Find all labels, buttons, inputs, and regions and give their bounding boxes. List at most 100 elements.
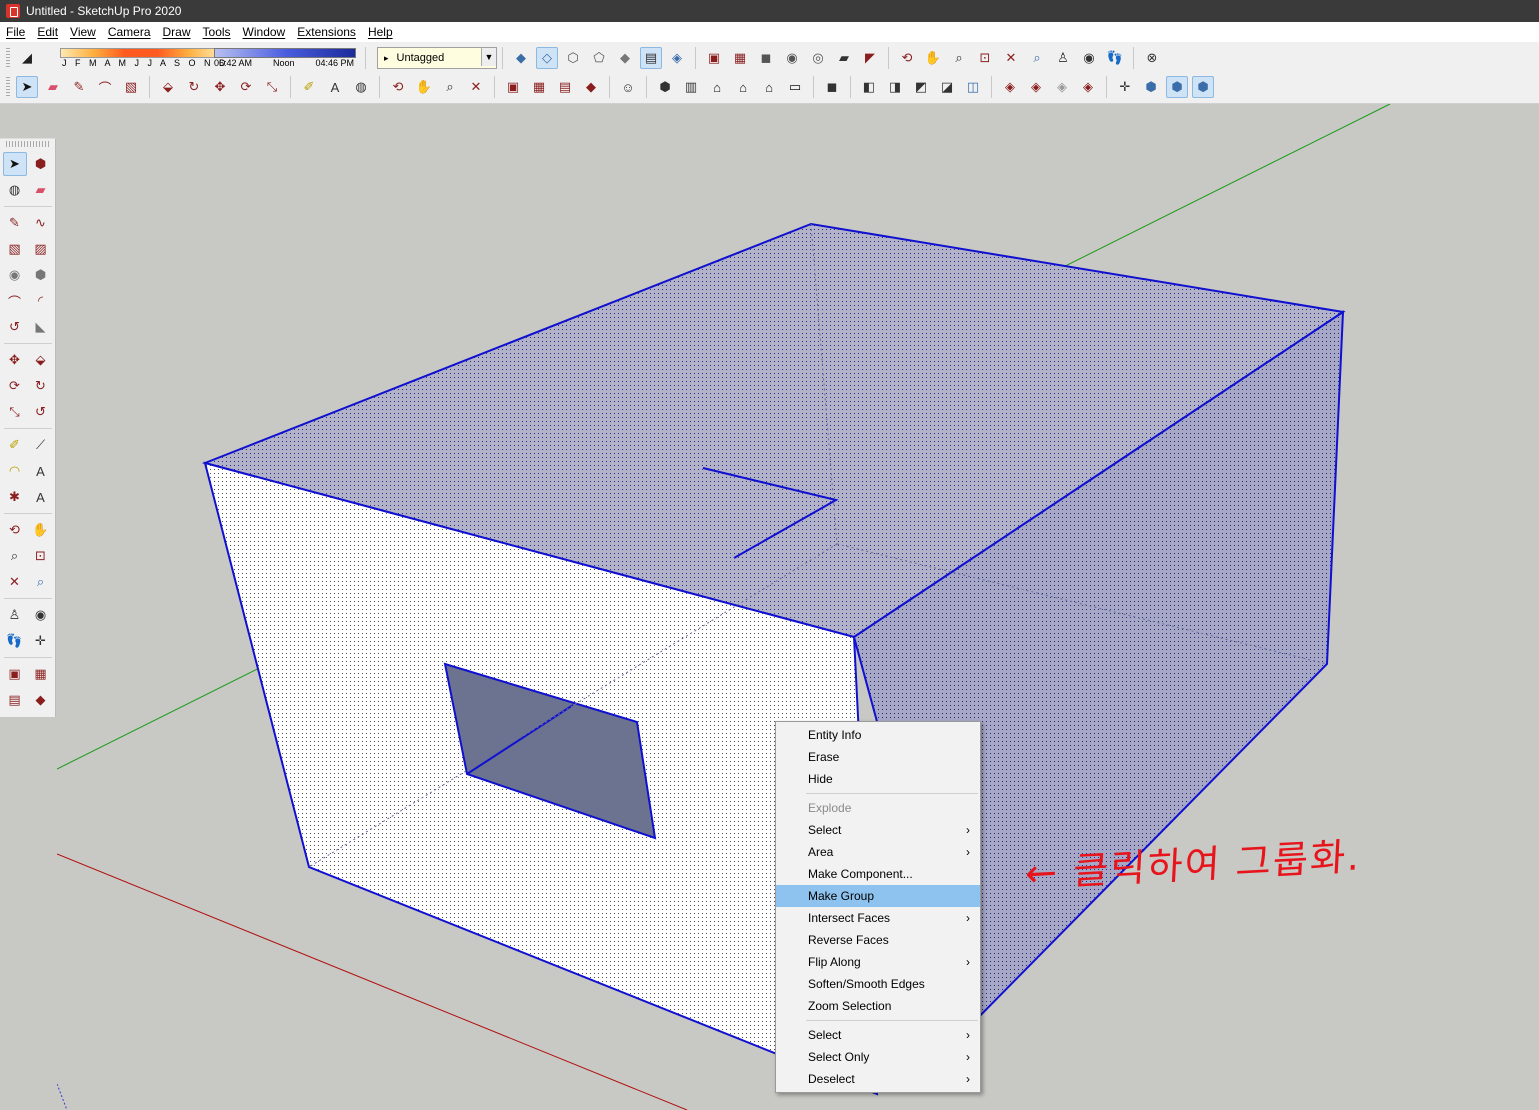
- previous-view-icon[interactable]: ⌕: [29, 570, 53, 594]
- warehouse-icon[interactable]: ▣: [703, 47, 725, 69]
- rotate-tool-icon[interactable]: ⟳: [235, 76, 257, 98]
- follow-me-icon[interactable]: ↻: [183, 76, 205, 98]
- iso-view-icon[interactable]: ⬢: [654, 76, 676, 98]
- context-item-make-component[interactable]: Make Component...: [776, 863, 980, 885]
- top-view-icon[interactable]: ▥: [680, 76, 702, 98]
- tape-measure-icon[interactable]: ✐: [3, 433, 27, 457]
- two-point-arc-icon[interactable]: ◜: [29, 289, 53, 313]
- menu-help[interactable]: Help: [362, 25, 399, 39]
- hidden-line-icon[interactable]: ⬠: [588, 47, 610, 69]
- context-item-soften-smooth[interactable]: Soften/Smooth Edges: [776, 973, 980, 995]
- paint-bucket-icon[interactable]: ◍: [350, 76, 372, 98]
- context-item-intersect-faces[interactable]: Intersect Faces ›: [776, 907, 980, 929]
- stamp-icon[interactable]: ◈: [1077, 76, 1099, 98]
- arc-tool-icon[interactable]: ⌒: [94, 76, 116, 98]
- zoom-icon[interactable]: ⌕: [948, 47, 970, 69]
- orbit-icon[interactable]: ⟲: [387, 76, 409, 98]
- toolbar-grip[interactable]: [6, 141, 49, 147]
- pan-icon[interactable]: ✋: [413, 76, 435, 98]
- 3d-text-icon[interactable]: A: [29, 485, 53, 509]
- section-plane-icon[interactable]: ✛: [29, 629, 53, 653]
- context-item-entity-info[interactable]: Entity Info: [776, 724, 980, 746]
- orbit-icon[interactable]: ⟲: [896, 47, 918, 69]
- layout-icon[interactable]: ◉: [781, 47, 803, 69]
- walk-icon[interactable]: 👣: [3, 629, 27, 653]
- back-edges-icon[interactable]: ◇: [536, 47, 558, 69]
- extension-warehouse-icon[interactable]: ◼: [755, 47, 777, 69]
- pie-tool-icon[interactable]: ◣: [29, 315, 53, 339]
- menu-edit[interactable]: Edit: [31, 25, 64, 39]
- solid-tools-icon[interactable]: ⬢: [1140, 76, 1162, 98]
- rotated-rectangle-icon[interactable]: ▨: [29, 237, 53, 261]
- menu-tools[interactable]: Tools: [197, 25, 237, 39]
- zoom-window-icon[interactable]: ⊡: [974, 47, 996, 69]
- eraser-icon[interactable]: ▰: [42, 76, 64, 98]
- share-model-icon[interactable]: ▤: [3, 688, 27, 712]
- rectangle-tool-icon[interactable]: ▧: [3, 237, 27, 261]
- scale-tool-icon[interactable]: ⤡: [3, 400, 27, 424]
- shaded-icon[interactable]: ◆: [614, 47, 636, 69]
- smoove-icon[interactable]: ◈: [1051, 76, 1073, 98]
- warehouse-icon[interactable]: ▣: [3, 662, 27, 686]
- share-model-icon[interactable]: ▦: [729, 47, 751, 69]
- context-item-select-only[interactable]: Select Only ›: [776, 1046, 980, 1068]
- context-item-flip-along[interactable]: Flip Along ›: [776, 951, 980, 973]
- context-item-make-group[interactable]: Make Group: [776, 885, 980, 907]
- tag-dropdown[interactable]: ▸ Untagged ▼: [377, 47, 497, 69]
- zoom-extents-icon[interactable]: ✕: [1000, 47, 1022, 69]
- line-tool-icon[interactable]: ✎: [3, 211, 27, 235]
- sandbox-from-contours-icon[interactable]: ◈: [999, 76, 1021, 98]
- make-component-icon[interactable]: ⬢: [29, 152, 53, 176]
- paint-bucket-icon[interactable]: ◍: [3, 178, 27, 202]
- rotate-tool-icon[interactable]: ⟳: [3, 374, 27, 398]
- look-around-icon[interactable]: ◉: [29, 603, 53, 627]
- ruby-icon[interactable]: ◆: [29, 688, 53, 712]
- shadows-toggle-icon[interactable]: ◢: [16, 47, 38, 69]
- scale-tool-icon[interactable]: ⤡: [261, 76, 283, 98]
- position-camera-icon[interactable]: ♙: [3, 603, 27, 627]
- walk-icon[interactable]: 👣: [1104, 47, 1126, 69]
- chevron-down-icon[interactable]: ▼: [481, 48, 496, 66]
- menu-camera[interactable]: Camera: [102, 25, 157, 39]
- context-item-select-2[interactable]: Select ›: [776, 1024, 980, 1046]
- shaded-textures-icon[interactable]: ▤: [640, 47, 662, 69]
- warehouse-icon[interactable]: ▣: [502, 76, 524, 98]
- zoom-window-icon[interactable]: ⊡: [29, 544, 53, 568]
- zoom-icon[interactable]: ⌕: [439, 76, 461, 98]
- tape-measure-icon[interactable]: ✐: [298, 76, 320, 98]
- position-camera-icon[interactable]: ♙: [1052, 47, 1074, 69]
- menu-file[interactable]: File: [0, 25, 31, 39]
- pan-icon[interactable]: ✋: [29, 518, 53, 542]
- offset-tool-icon[interactable]: ↺: [29, 400, 53, 424]
- context-item-area[interactable]: Area ›: [776, 841, 980, 863]
- look-around-icon[interactable]: ◉: [1078, 47, 1100, 69]
- zoom-extents-icon[interactable]: ✕: [3, 570, 27, 594]
- select-tool-icon[interactable]: ➤: [16, 76, 38, 98]
- menu-draw[interactable]: Draw: [157, 25, 197, 39]
- protractor-icon[interactable]: ◠: [3, 459, 27, 483]
- context-item-zoom-selection[interactable]: Zoom Selection: [776, 995, 980, 1017]
- context-item-hide[interactable]: Hide: [776, 768, 980, 790]
- shadow-date-slider[interactable]: J F M A M J J A S O N D: [40, 46, 226, 70]
- text-tool-icon[interactable]: A: [324, 76, 346, 98]
- rectangle-tool-icon[interactable]: ▧: [120, 76, 142, 98]
- union-icon[interactable]: ◧: [858, 76, 880, 98]
- axes-tool-icon[interactable]: ✱: [3, 485, 27, 509]
- toolbar-grip[interactable]: [6, 77, 10, 97]
- intersect-icon[interactable]: ◪: [936, 76, 958, 98]
- arc-tool-icon[interactable]: ⌒: [3, 289, 27, 313]
- right-view-icon[interactable]: ⌂: [732, 76, 754, 98]
- instructor-icon[interactable]: ⊗: [1141, 47, 1163, 69]
- split-icon[interactable]: ◫: [962, 76, 984, 98]
- share-icon[interactable]: ▤: [554, 76, 576, 98]
- menu-window[interactable]: Window: [237, 25, 292, 39]
- menu-view[interactable]: View: [64, 25, 102, 39]
- previous-view-icon[interactable]: ⌕: [1026, 47, 1048, 69]
- push-pull-icon[interactable]: ⬙: [157, 76, 179, 98]
- dimension-tool-icon[interactable]: ⟋: [29, 433, 53, 457]
- trim-icon[interactable]: ◩: [910, 76, 932, 98]
- view-cube-icon[interactable]: ⬢: [1166, 76, 1188, 98]
- back-view-icon[interactable]: ⌂: [758, 76, 780, 98]
- follow-me-icon[interactable]: ↻: [29, 374, 53, 398]
- parallel-projection-icon[interactable]: ⬢: [1192, 76, 1214, 98]
